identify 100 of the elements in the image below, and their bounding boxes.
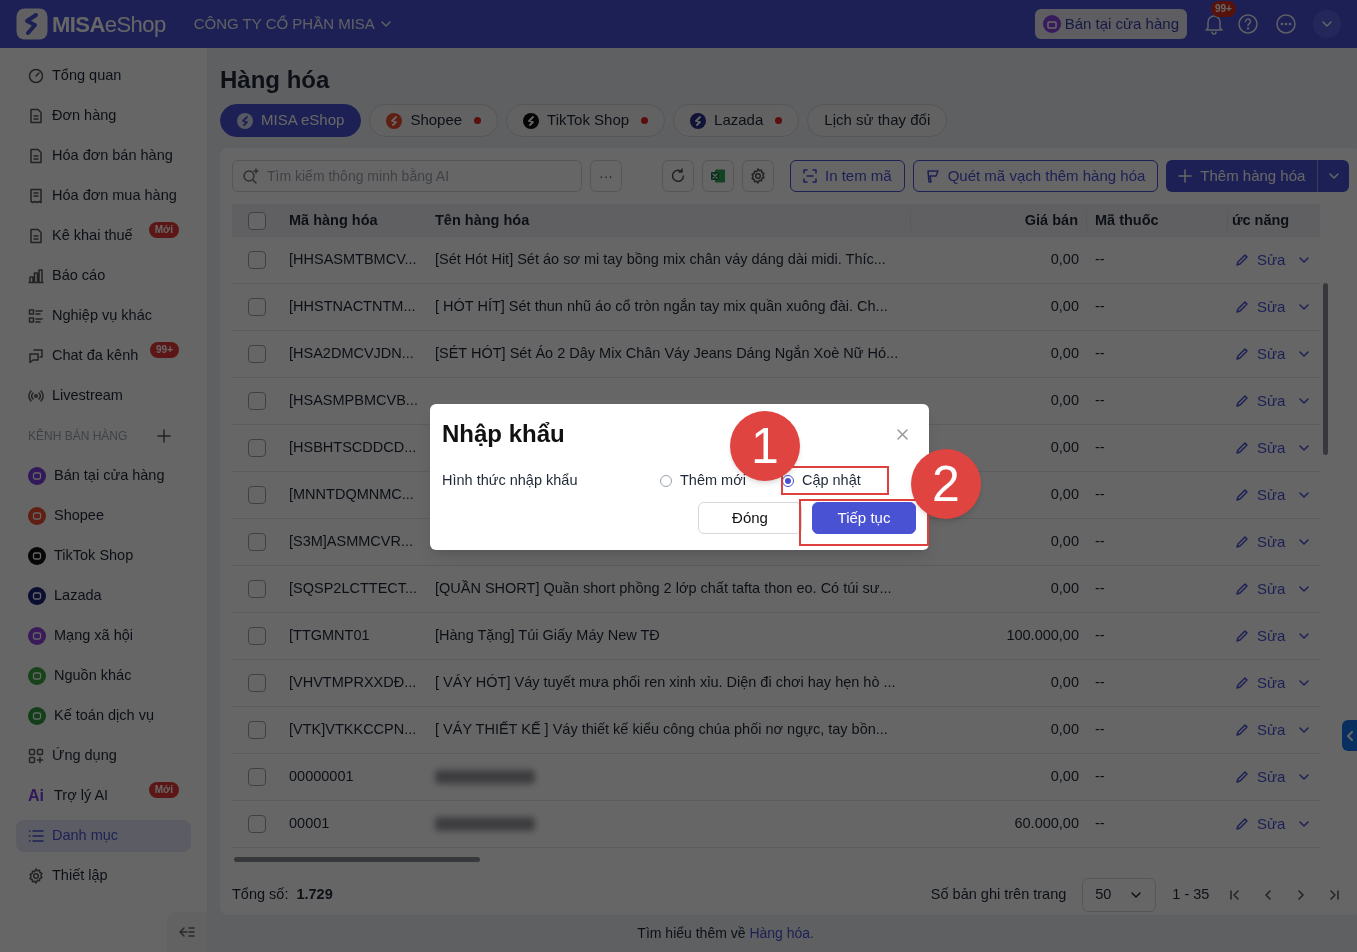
table-cell-text: 0,00 [1049,720,1080,740]
channel-tab[interactable]: Shopee [369,104,499,137]
side-panel-toggle[interactable] [1342,720,1357,751]
row-checkbox[interactable] [247,533,266,551]
settings-icon [750,168,766,184]
sidebar-item[interactable]: Livestream [16,380,191,412]
sidebar-item[interactable]: Nguồn khác [16,660,191,692]
sidebar-item[interactable]: Ai Trợ lý AI Mới [16,780,191,812]
row-checkbox[interactable] [247,674,266,692]
table-cell-text: [HSA2DMCVJDN... [288,344,415,364]
edit-link[interactable]: Sửa [1257,765,1286,789]
sidebar-item[interactable]: Tổng quan [16,60,191,92]
learn-more-link[interactable]: Hàng hóa. [749,925,814,941]
pencil-icon [1235,770,1249,784]
table-cell-text: 0,00 [1049,438,1080,458]
sidebar-item[interactable]: Kế toán dịch vụ [16,700,191,732]
sidebar-item[interactable]: Danh mục [16,820,191,852]
table-cell-text: [SQSP2LCTTECT... [288,579,419,599]
channel-tab[interactable]: MISA eShop [220,104,362,137]
edit-link[interactable]: Sửa [1257,812,1286,836]
row-checkbox[interactable] [247,439,266,457]
edit-link[interactable]: Sửa [1257,483,1286,507]
sidebar-item[interactable]: Báo cáo [16,260,191,292]
settings-button[interactable] [742,160,774,192]
table-cell-text: 100.000,00 [1005,626,1080,646]
row-checkbox[interactable] [247,627,266,645]
sidebar-item[interactable]: Mạng xã hội [16,620,191,652]
sidebar-item[interactable]: Hóa đơn bán hàng [16,140,191,172]
page-size-label: Số bản ghi trên trang [930,885,1067,905]
row-checkbox[interactable] [247,815,266,833]
edit-link[interactable]: Sửa [1257,671,1286,695]
last-page-icon[interactable] [1327,888,1342,902]
more-icon[interactable] [1275,13,1297,35]
pencil-icon [1235,300,1249,314]
close-icon[interactable] [896,428,909,441]
pencil-icon [1235,535,1249,549]
help-icon[interactable] [1237,13,1259,35]
sidebar-item[interactable]: Lazada [16,580,191,612]
row-checkbox[interactable] [247,345,266,363]
channel-tab[interactable]: TikTok Shop [506,104,666,137]
ai-logo-icon: Ai [28,784,46,808]
channel-tab[interactable]: Lịch sử thay đổi [807,104,948,137]
row-checkbox[interactable] [247,721,266,739]
company-dropdown[interactable]: CÔNG TY CỔ PHẦN MISA [193,12,393,36]
pencil-icon [1235,629,1249,643]
row-checkbox[interactable] [247,251,266,269]
edit-link[interactable]: Sửa [1257,530,1286,554]
sidebar-item[interactable]: Chat đa kênh 99+ [16,340,191,372]
row-checkbox[interactable] [247,768,266,786]
edit-link[interactable]: Sửa [1257,718,1286,742]
row-checkbox[interactable] [247,298,266,316]
logo-text: MISAeShop [52,10,166,39]
page-range: 1 - 35 [1172,885,1210,905]
edit-link[interactable]: Sửa [1257,342,1286,366]
edit-link[interactable]: Sửa [1257,248,1286,272]
sidebar-item[interactable]: Đơn hàng [16,100,191,132]
table-cell-text: [HHSTNACTNTM... [288,297,417,317]
row-checkbox[interactable] [247,392,266,410]
sidebar-item[interactable]: Ứng dụng [16,740,191,772]
table-cell-text: -- [1094,485,1106,505]
pencil-icon [1235,582,1249,596]
scan-barcode-button[interactable]: Quét mã vạch thêm hàng hóa [912,160,1159,192]
edit-link[interactable]: Sửa [1257,624,1286,648]
edit-link[interactable]: Sửa [1257,389,1286,413]
column-header: Tên hàng hóa [427,209,911,232]
dialog-button[interactable]: Tiếp tục [812,501,916,534]
account-button[interactable] [1313,10,1341,38]
field-label: Hình thức nhập khẩu [442,471,579,490]
sidebar-item[interactable]: TikTok Shop [16,540,191,572]
table-cell-text: [SÉT HÓT] Sét Áo 2 Dây Mix Chân Váy Jeans Dáng Ngắn Xoè Nữ Hó... [434,344,900,364]
table-cell-text: -- [1094,814,1106,834]
refresh-button[interactable] [662,160,694,192]
print-label-button[interactable]: In tem mã [790,160,905,192]
table-cell-text: [ VÁY HÓT] Váy tuyết mưa phối ren xinh xỉu. Diện đi chơi hay hẹn hò ... [434,673,897,693]
store-button[interactable]: Bán tại cửa hàng [1034,9,1187,39]
channel-tab[interactable]: Lazada [673,104,800,137]
row-checkbox[interactable] [247,486,266,504]
edit-link[interactable]: Sửa [1257,577,1286,601]
excel-button[interactable] [702,160,734,192]
edit-link[interactable]: Sửa [1257,295,1286,319]
table-cell-text: [Sét Hót Hit] Sét áo sơ mi tay bồng mix chân váy dáng dài midi. Thíc... [434,250,887,270]
table-cell-text: 0,00 [1049,485,1080,505]
table-cell-text: 0,00 [1049,250,1080,270]
sidebar-item[interactable]: Nghiệp vụ khác [16,300,191,332]
select-all-checkbox[interactable] [247,211,266,230]
plus-icon[interactable] [157,429,171,443]
chat-icon [28,348,44,364]
sidebar-item[interactable]: Thiết lập [16,860,191,892]
bell-icon[interactable] [1203,13,1225,35]
sidebar-item[interactable]: Kê khai thuế Mới [16,220,191,252]
sidebar-item[interactable]: Bán tại cửa hàng [16,460,191,492]
page-size-dropdown[interactable]: 50 [1082,878,1157,912]
edit-link[interactable]: Sửa [1257,436,1286,460]
collapse-sidebar-button[interactable] [167,912,207,952]
more-button[interactable]: ··· [590,160,622,192]
sidebar-item[interactable]: Shopee [16,500,191,532]
dialog-title: Nhập khẩu [442,420,565,448]
row-checkbox[interactable] [247,580,266,598]
dialog-button[interactable]: Đóng [698,501,802,534]
sidebar-item[interactable]: Hóa đơn mua hàng [16,180,191,212]
